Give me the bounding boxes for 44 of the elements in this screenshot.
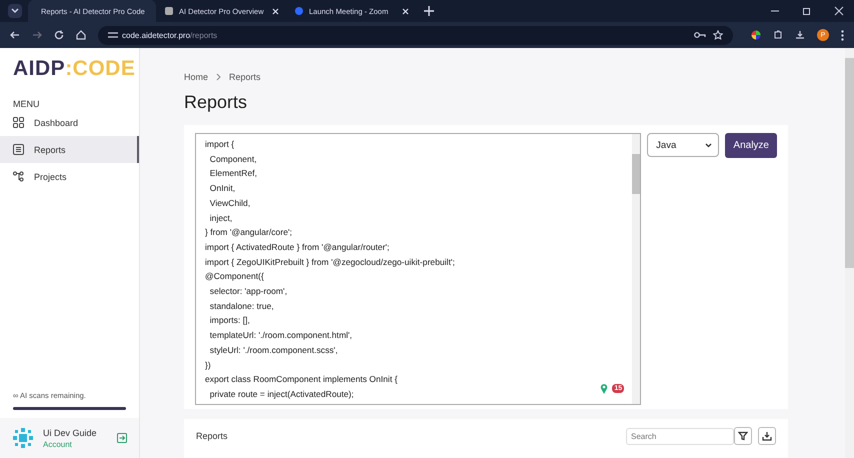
filter-button[interactable] bbox=[734, 427, 752, 445]
logo: AIDP:CODE bbox=[12, 56, 136, 81]
sidebar-item[interactable]: Reports bbox=[0, 136, 139, 163]
account-avatar-icon bbox=[12, 427, 34, 449]
grid-icon bbox=[13, 117, 24, 128]
extensions-icon[interactable] bbox=[773, 30, 783, 40]
close-icon[interactable] bbox=[834, 6, 844, 16]
tab-search-button[interactable] bbox=[8, 4, 22, 18]
logout-icon[interactable] bbox=[117, 433, 127, 443]
account-name: Ui Dev Guide bbox=[43, 428, 98, 438]
panel-title: Reports bbox=[196, 431, 228, 441]
chevron-icon bbox=[216, 73, 222, 81]
search-field[interactable]: Search bbox=[626, 428, 734, 444]
chevron-down-icon bbox=[11, 8, 19, 14]
address-bar[interactable]: code.aidetector.pro/reports bbox=[98, 26, 733, 44]
star-icon[interactable] bbox=[713, 30, 723, 40]
restore-icon[interactable] bbox=[802, 6, 812, 16]
site-settings-icon[interactable] bbox=[108, 31, 118, 39]
color-wheel-icon[interactable] bbox=[751, 30, 761, 40]
close-tab-icon[interactable] bbox=[402, 8, 409, 14]
close-tab-icon[interactable] bbox=[272, 8, 279, 14]
new-tab-icon[interactable] bbox=[424, 6, 434, 16]
reload-icon[interactable] bbox=[54, 30, 64, 40]
list-icon bbox=[13, 144, 24, 155]
sidebar-item[interactable]: Projects bbox=[0, 163, 139, 190]
nodes-icon bbox=[13, 171, 24, 182]
more-icon[interactable] bbox=[841, 30, 844, 40]
analyze-button[interactable]: Analyze bbox=[725, 133, 777, 158]
download-icon[interactable] bbox=[795, 30, 805, 40]
export-button[interactable] bbox=[758, 427, 776, 445]
key-icon[interactable] bbox=[694, 31, 706, 39]
language-select[interactable]: Java bbox=[647, 133, 720, 157]
page-title: Reports bbox=[184, 92, 248, 113]
chevron-down-icon bbox=[705, 142, 712, 148]
page-scrollbar[interactable] bbox=[845, 48, 854, 458]
home-icon[interactable] bbox=[76, 30, 86, 40]
breadcrumb-link[interactable]: Home bbox=[184, 72, 208, 82]
back-icon[interactable] bbox=[10, 30, 20, 40]
sidebar-item[interactable]: Dashboard bbox=[0, 109, 139, 136]
menu-heading: MENU bbox=[12, 98, 40, 109]
filter-icon bbox=[738, 431, 748, 441]
forward-icon[interactable] bbox=[32, 30, 42, 40]
download-icon bbox=[762, 431, 772, 441]
breadcrumb-current: Reports bbox=[229, 72, 261, 82]
